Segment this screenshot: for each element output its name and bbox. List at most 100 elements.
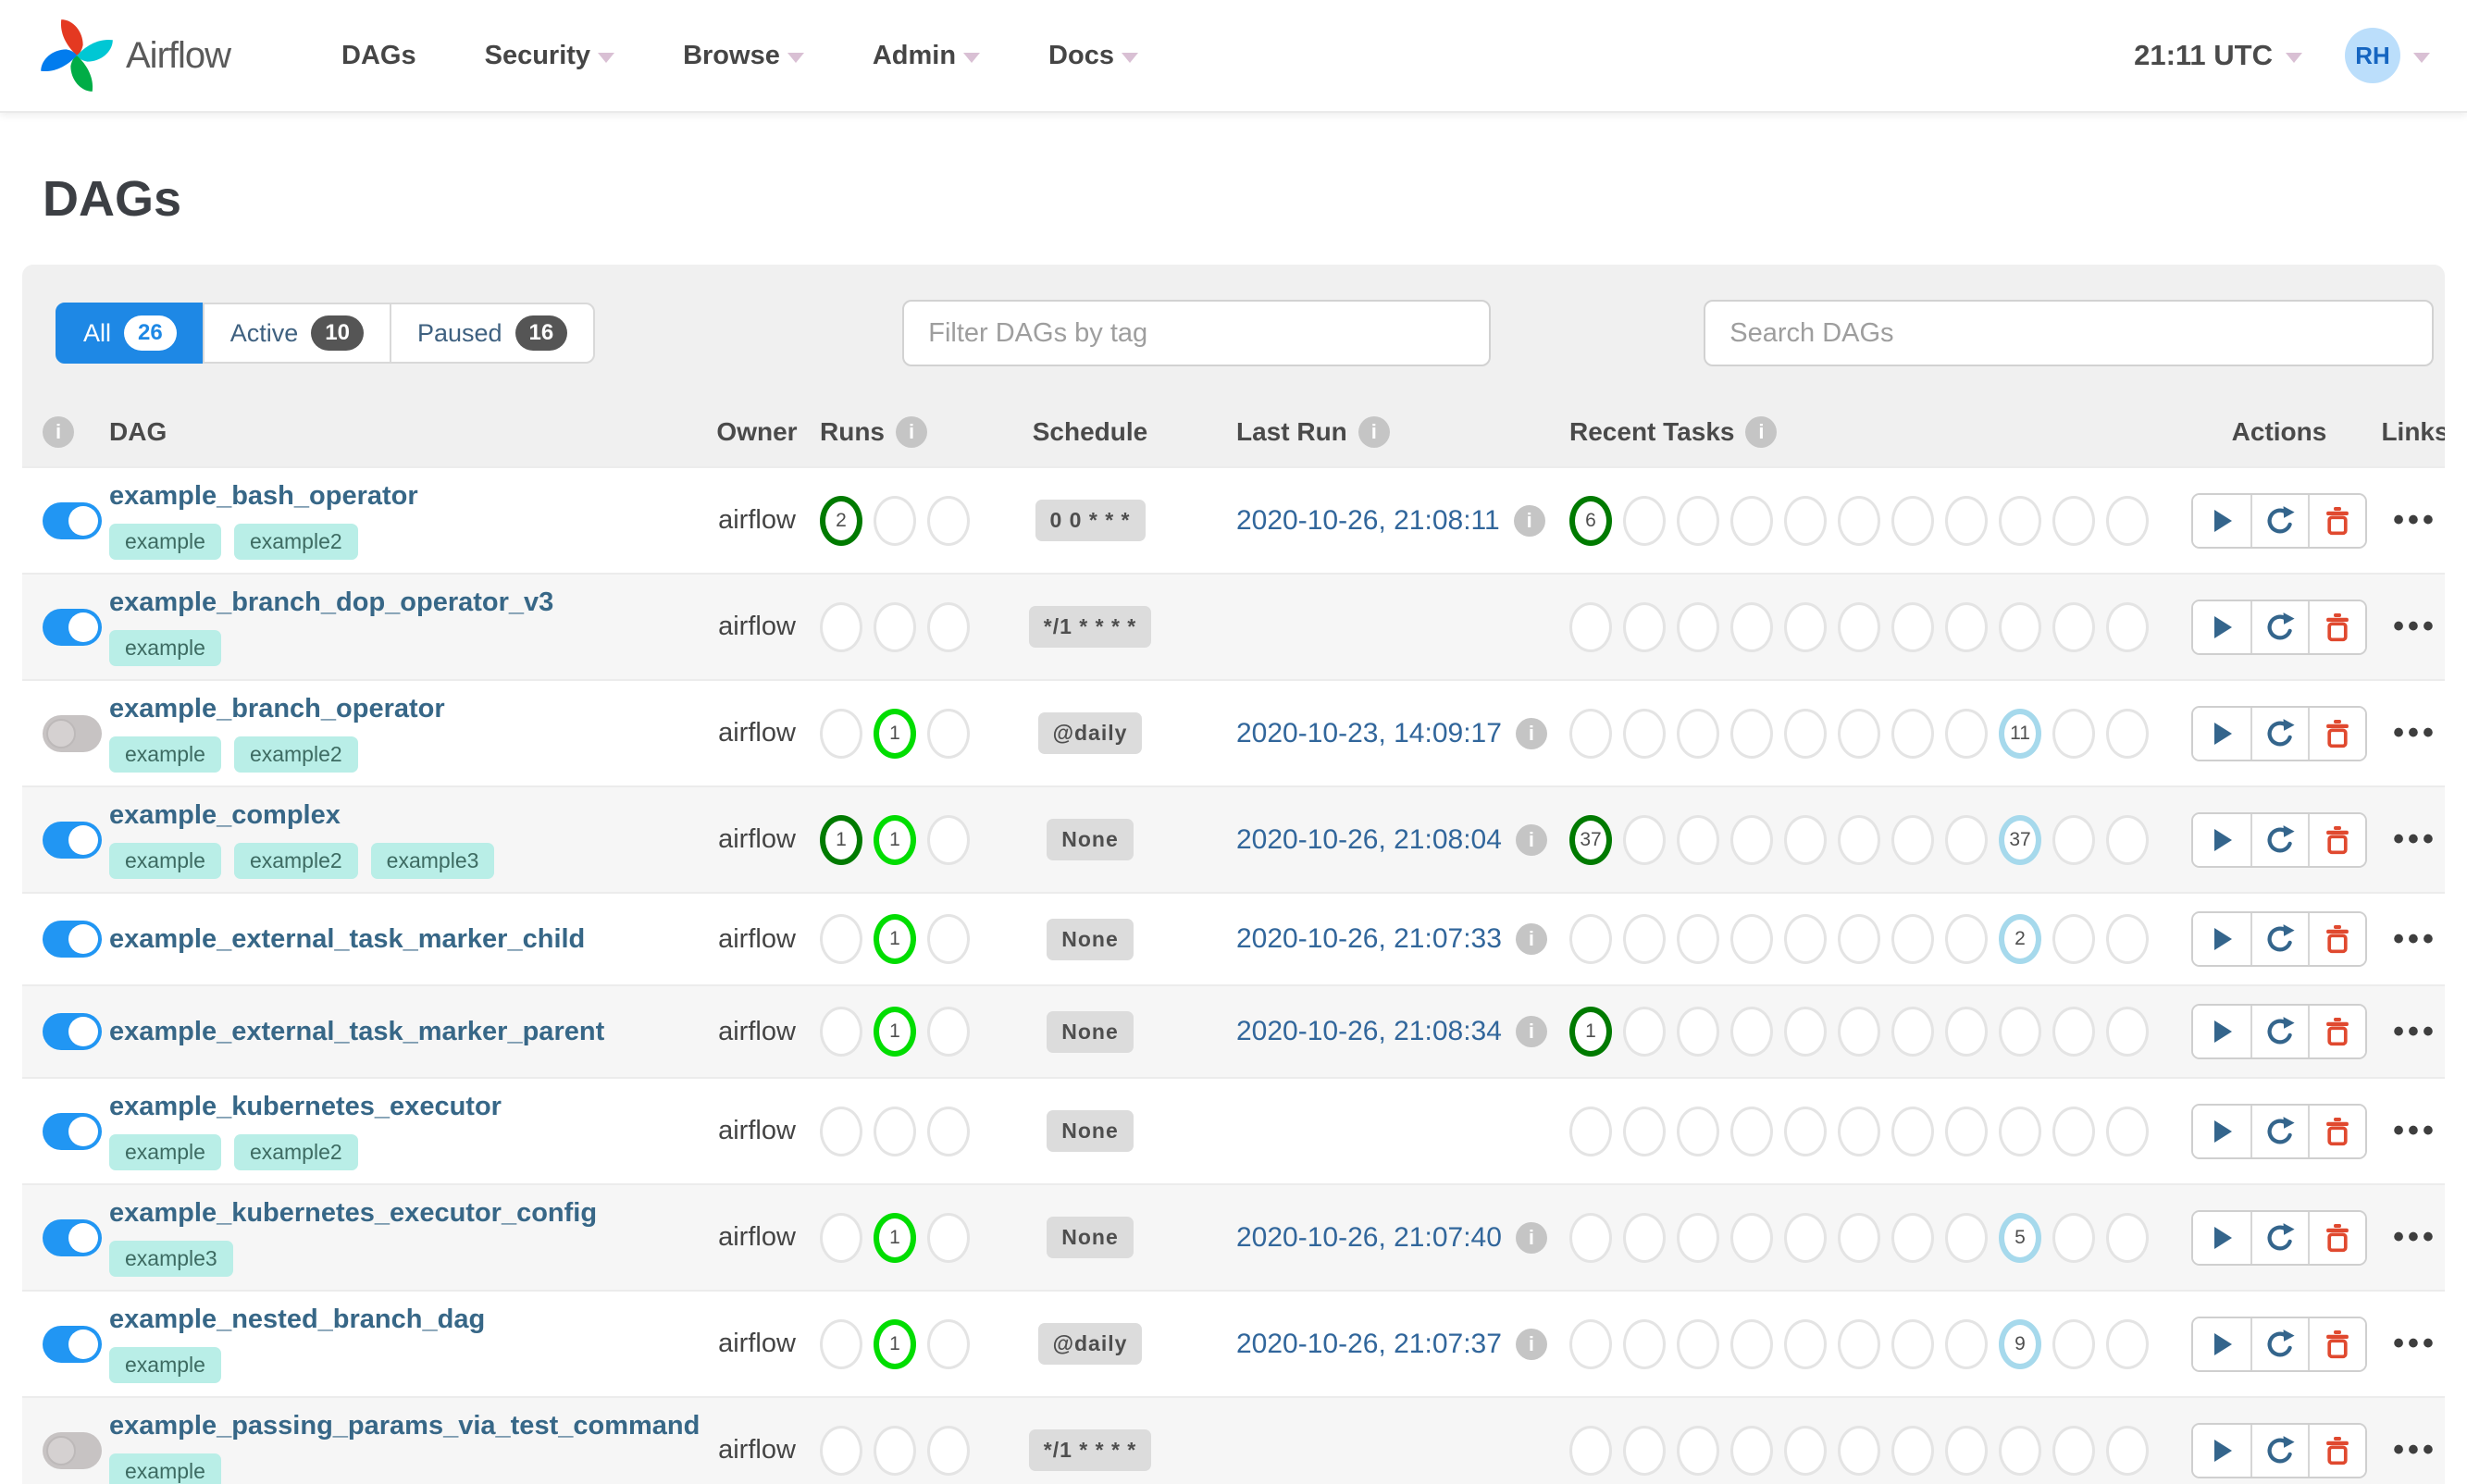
dag-link[interactable]: example_external_task_marker_child [109,924,585,955]
run-status-circle[interactable]: 1 [874,1212,916,1263]
links-menu[interactable]: ••• [2393,609,2437,644]
dag-link[interactable]: example_external_task_marker_parent [109,1017,604,1047]
trigger-dag-button[interactable] [2193,1424,2250,1477]
trigger-dag-button[interactable] [2193,813,2250,866]
last-run-link[interactable]: 2020-10-26, 21:08:34 [1236,1016,1502,1047]
refresh-dag-button[interactable] [2250,913,2308,965]
delete-dag-button[interactable] [2308,494,2365,547]
delete-dag-button[interactable] [2308,1317,2365,1370]
dag-tag[interactable]: example2 [233,1134,358,1170]
user-menu[interactable]: RH [2345,28,2430,83]
timezone-dropdown[interactable]: 21:11 UTC [2134,39,2302,72]
info-icon[interactable]: i [1515,717,1547,749]
dag-tag[interactable]: example2 [233,524,358,560]
task-status-circle[interactable]: 1 [1569,1007,1612,1057]
refresh-dag-button[interactable] [2250,707,2308,760]
nav-item-admin[interactable]: Admin [873,41,981,71]
refresh-dag-button[interactable] [2250,1211,2308,1264]
task-status-circle[interactable]: 37 [1569,814,1612,865]
dag-tag[interactable]: example [109,843,221,879]
links-menu[interactable]: ••• [2393,1113,2437,1148]
dag-link[interactable]: example_complex [109,800,341,831]
links-menu[interactable]: ••• [2393,1014,2437,1049]
task-status-circle[interactable]: 11 [1999,708,2041,759]
info-icon[interactable]: i [1515,1221,1547,1254]
run-status-circle[interactable]: 1 [874,1007,916,1057]
delete-dag-button[interactable] [2308,813,2365,866]
refresh-dag-button[interactable] [2250,1105,2308,1157]
dag-tag[interactable]: example [109,524,221,560]
delete-dag-button[interactable] [2308,1006,2365,1057]
trigger-dag-button[interactable] [2193,707,2250,760]
task-status-circle[interactable]: 6 [1569,495,1612,546]
dag-link[interactable]: example_branch_dop_operator_v3 [109,587,553,618]
pause-toggle[interactable] [43,821,102,859]
refresh-dag-button[interactable] [2250,813,2308,866]
links-menu[interactable]: ••• [2393,1326,2437,1361]
last-run-link[interactable]: 2020-10-26, 21:08:11 [1236,505,1500,537]
dag-link[interactable]: example_passing_params_via_test_command [109,1411,700,1441]
info-icon[interactable]: i [43,416,74,448]
task-status-circle[interactable]: 37 [1999,814,2041,865]
run-status-circle[interactable]: 2 [820,495,862,546]
info-icon[interactable]: i [1745,416,1778,448]
delete-dag-button[interactable] [2308,1424,2365,1477]
pause-toggle[interactable] [43,921,102,958]
brand-home-link[interactable]: Airflow [37,16,231,95]
last-run-link[interactable]: 2020-10-26, 21:07:33 [1236,923,1502,955]
trigger-dag-button[interactable] [2193,1105,2250,1157]
dag-tag[interactable]: example2 [233,843,358,879]
delete-dag-button[interactable] [2308,1211,2365,1264]
refresh-dag-button[interactable] [2250,1006,2308,1057]
pause-toggle[interactable] [43,1325,102,1363]
info-icon[interactable]: i [1515,1016,1547,1047]
task-status-circle[interactable]: 2 [1999,914,2041,964]
links-menu[interactable]: ••• [2393,921,2437,957]
dag-tag[interactable]: example3 [109,1241,233,1277]
nav-item-dags[interactable]: DAGs [341,41,416,71]
trigger-dag-button[interactable] [2193,600,2250,653]
nav-item-browse[interactable]: Browse [683,41,804,71]
links-menu[interactable]: ••• [2393,1219,2437,1255]
refresh-dag-button[interactable] [2250,600,2308,653]
dag-tag[interactable]: example3 [370,843,495,879]
dag-link[interactable]: example_kubernetes_executor_config [109,1198,597,1229]
links-menu[interactable]: ••• [2393,715,2437,750]
nav-item-docs[interactable]: Docs [1048,41,1138,71]
info-icon[interactable]: i [1515,923,1547,955]
tab-active[interactable]: Active 10 [202,303,391,364]
run-status-circle[interactable]: 1 [820,814,862,865]
dag-link[interactable]: example_nested_branch_dag [109,1305,485,1335]
pause-toggle[interactable] [43,1013,102,1050]
info-icon[interactable]: i [896,416,927,448]
pause-toggle[interactable] [43,501,102,539]
delete-dag-button[interactable] [2308,707,2365,760]
refresh-dag-button[interactable] [2250,494,2308,547]
dag-tag[interactable]: example [109,1347,221,1383]
refresh-dag-button[interactable] [2250,1317,2308,1370]
dag-tag[interactable]: example [109,1134,221,1170]
info-icon[interactable]: i [1515,1328,1547,1360]
links-menu[interactable]: ••• [2393,1432,2437,1467]
links-menu[interactable]: ••• [2393,822,2437,857]
trigger-dag-button[interactable] [2193,1211,2250,1264]
last-run-link[interactable]: 2020-10-26, 21:08:04 [1236,824,1502,856]
tab-paused[interactable]: Paused 16 [389,303,596,364]
pause-toggle[interactable] [43,714,102,752]
delete-dag-button[interactable] [2308,1105,2365,1157]
run-status-circle[interactable]: 1 [874,814,916,865]
nav-item-security[interactable]: Security [485,41,615,71]
pause-toggle[interactable] [43,1431,102,1469]
pause-toggle[interactable] [43,1112,102,1150]
dag-link[interactable]: example_bash_operator [109,481,418,512]
dag-tag[interactable]: example [109,630,221,666]
dag-tag[interactable]: example [109,736,221,773]
task-status-circle[interactable]: 9 [1999,1318,2041,1369]
pause-toggle[interactable] [43,608,102,646]
trigger-dag-button[interactable] [2193,1006,2250,1057]
tag-filter-input[interactable] [902,300,1492,366]
last-run-link[interactable]: 2020-10-26, 21:07:37 [1236,1329,1502,1360]
run-status-circle[interactable]: 1 [874,708,916,759]
search-input[interactable] [1704,300,2434,366]
pause-toggle[interactable] [43,1218,102,1256]
